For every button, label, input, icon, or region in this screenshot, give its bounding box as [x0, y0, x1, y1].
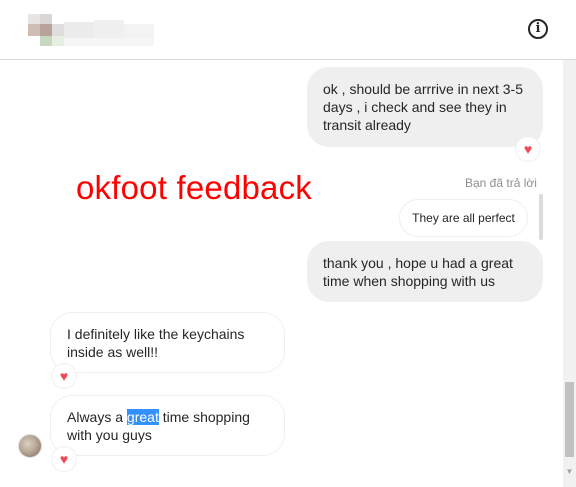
reply-indicator-bar [539, 194, 543, 240]
info-icon[interactable]: i [528, 19, 548, 39]
heart-reaction-icon[interactable]: ♥ [516, 137, 540, 161]
avatar[interactable] [18, 434, 42, 458]
chat-header: i [0, 0, 576, 60]
reply-label: Bạn đã trả lời [465, 176, 537, 190]
blurred-username [28, 14, 158, 46]
message-text: I definitely like the keychains inside a… [67, 325, 245, 360]
message-bubble-received[interactable]: I definitely like the keychains inside a… [50, 312, 285, 373]
message-bubble-sent[interactable]: ok , should be arrrive in next 3-5 days … [307, 67, 543, 147]
heart-reaction-icon[interactable]: ♥ [52, 447, 76, 471]
message-text: Always a great time shopping with you gu… [67, 408, 268, 444]
selected-text-highlight: great [126, 408, 159, 425]
message-bubble-sent[interactable]: thank you , hope u had a great time when… [307, 241, 543, 302]
reply-quoted-message[interactable]: They are all perfect [399, 199, 528, 237]
message-bubble-received[interactable]: Always a great time shopping with you gu… [50, 395, 285, 456]
scroll-down-arrow-icon[interactable]: ▼ [563, 465, 576, 478]
heart-reaction-icon[interactable]: ♥ [52, 364, 76, 388]
scrollbar-thumb[interactable] [565, 382, 574, 457]
message-text: ok , should be arrrive in next 3-5 days … [323, 81, 523, 133]
message-text-part: Always a [67, 408, 127, 425]
message-text: thank you , hope u had a great time when… [323, 254, 513, 289]
overlay-caption: okfoot feedback [76, 169, 312, 206]
